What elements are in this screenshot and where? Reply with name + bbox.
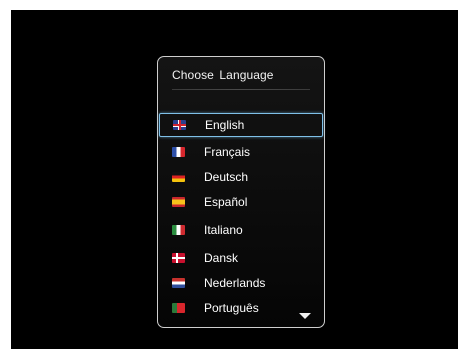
device-screen: Choose Language English Français Deutsch…	[11, 10, 458, 349]
language-label: English	[205, 118, 245, 132]
language-label: Italiano	[204, 223, 243, 237]
language-item-nederlands[interactable]: Nederlands	[159, 272, 323, 296]
france-flag-icon	[172, 147, 185, 157]
language-label: Português	[204, 301, 259, 315]
portugal-flag-icon	[172, 303, 185, 313]
language-item-italiano[interactable]: Italiano	[159, 219, 323, 243]
language-label: Deutsch	[204, 170, 249, 184]
netherlands-flag-icon	[172, 278, 185, 288]
language-label: Nederlands	[204, 276, 266, 290]
denmark-flag-icon	[172, 253, 185, 263]
spain-flag-icon	[172, 197, 185, 207]
language-item-dansk[interactable]: Dansk	[159, 247, 323, 271]
language-item-english[interactable]: English	[159, 113, 323, 137]
language-label: Dansk	[204, 251, 239, 265]
italy-flag-icon	[172, 225, 185, 235]
language-label: Español	[204, 195, 248, 209]
language-item-espanol[interactable]: Español	[159, 191, 323, 215]
language-dialog: Choose Language English Français Deutsch…	[157, 56, 325, 328]
title-divider	[172, 89, 310, 90]
language-item-francais[interactable]: Français	[159, 141, 323, 165]
uk-flag-icon	[173, 120, 186, 130]
dialog-title: Choose Language	[172, 68, 274, 82]
scroll-down-arrow-icon[interactable]	[299, 313, 311, 319]
germany-flag-icon	[172, 172, 185, 182]
language-label: Français	[204, 145, 251, 159]
language-item-deutsch[interactable]: Deutsch	[159, 166, 323, 190]
